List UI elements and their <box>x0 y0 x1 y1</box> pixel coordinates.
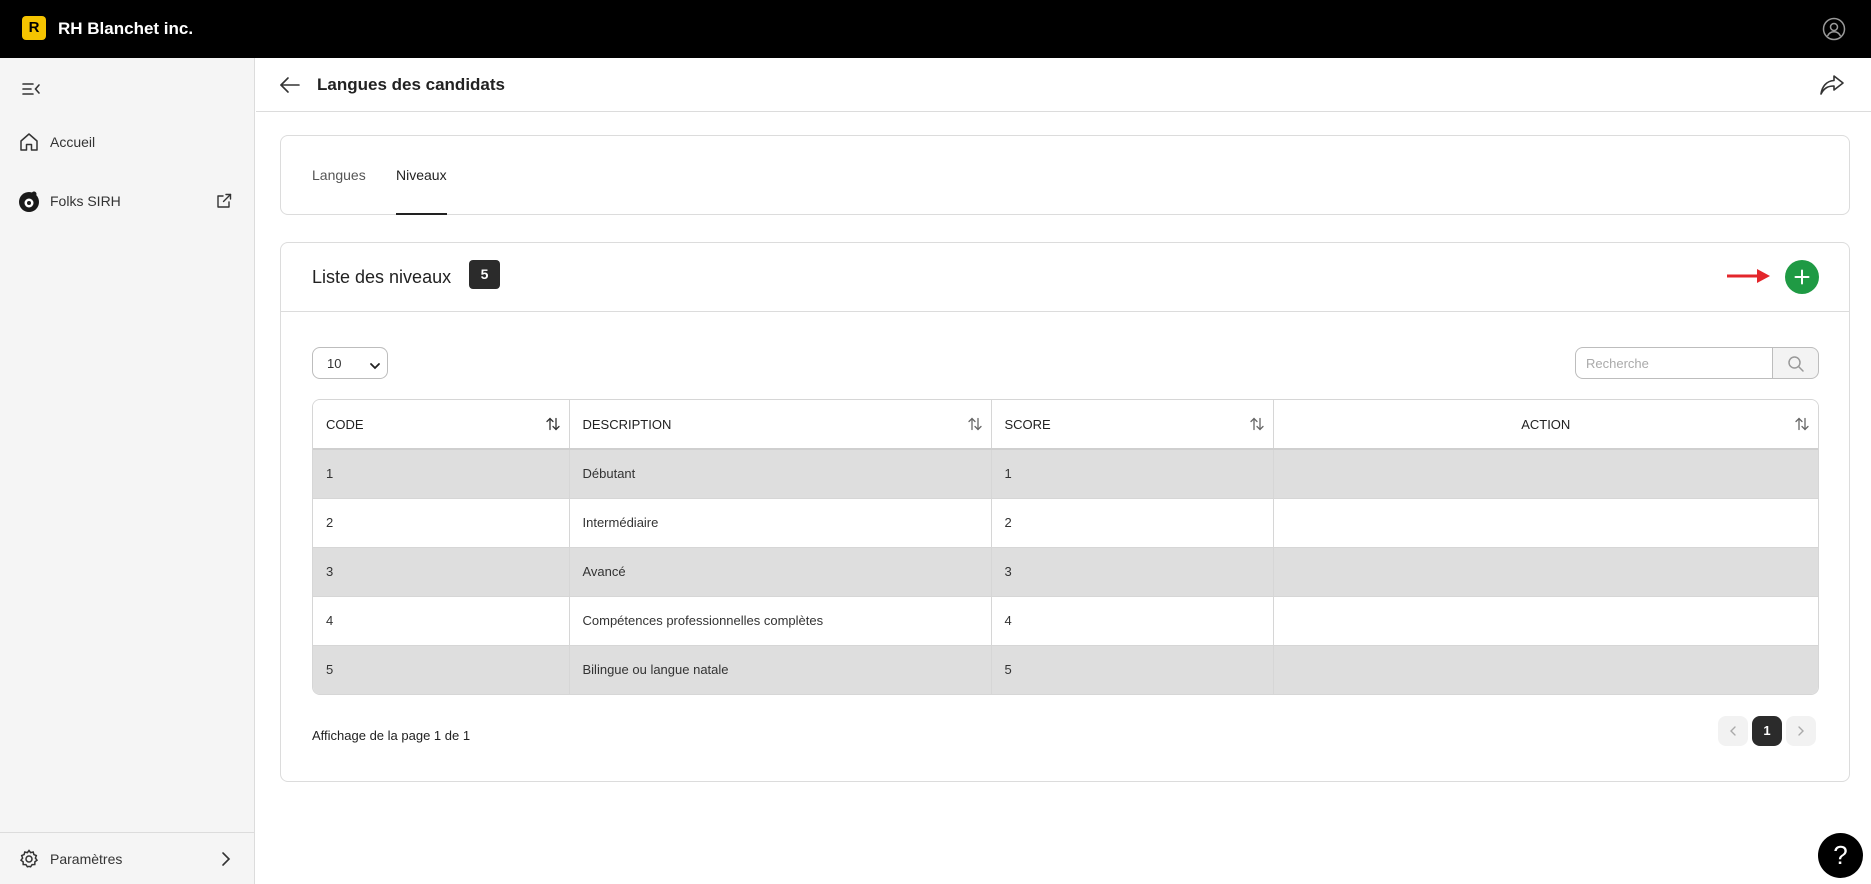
search-icon <box>1788 356 1804 372</box>
collapse-menu-icon[interactable] <box>20 78 42 100</box>
table-row[interactable]: 5 Bilingue ou langue natale 5 <box>313 645 1818 694</box>
column-header-action[interactable]: ACTION <box>1273 400 1818 450</box>
cell-score: 2 <box>991 498 1274 548</box>
sort-icon[interactable] <box>1794 417 1810 431</box>
sort-icon[interactable] <box>967 417 983 431</box>
cell-description: Avancé <box>569 547 992 597</box>
cell-code: 5 <box>313 645 570 694</box>
cell-code: 3 <box>313 547 570 597</box>
help-button[interactable]: ? <box>1818 833 1863 878</box>
levels-table: CODE DESCRIPTION SCORE ACTION 1 Débutant… <box>312 399 1819 695</box>
list-title: Liste des niveaux <box>312 267 452 287</box>
sidebar: Accueil Folks SIRH Paramètres <box>0 58 255 884</box>
sidebar-item-label: Accueil <box>50 134 96 150</box>
search-button[interactable] <box>1772 347 1819 379</box>
previous-page-button[interactable] <box>1718 716 1748 746</box>
list-header: Liste des niveaux 5 <box>281 243 1849 312</box>
sidebar-item-accueil[interactable]: Accueil <box>0 125 255 159</box>
sidebar-item-label: Folks SIRH <box>50 193 121 209</box>
column-header-code[interactable]: CODE <box>313 400 570 450</box>
page-size-value: 10 <box>327 356 342 371</box>
count-badge: 5 <box>469 260 500 289</box>
top-bar: R RH Blanchet inc. <box>0 0 1871 58</box>
cell-score: 3 <box>991 547 1274 597</box>
tabs-card: Langues Niveaux <box>280 135 1850 215</box>
add-level-button[interactable] <box>1785 260 1819 294</box>
page-button-current[interactable]: 1 <box>1752 716 1782 746</box>
page-size-select[interactable]: 10 <box>312 347 388 379</box>
annotation-arrow-icon <box>1727 268 1771 284</box>
table-row[interactable]: 4 Compétences professionnelles complètes… <box>313 596 1818 646</box>
table-row[interactable]: 2 Intermédiaire 2 <box>313 498 1818 548</box>
cell-action <box>1273 449 1818 499</box>
table-row[interactable]: 1 Débutant 1 <box>313 449 1818 499</box>
page-header: Langues des candidats <box>256 58 1871 112</box>
column-header-label: DESCRIPTION <box>582 416 672 432</box>
cell-description: Débutant <box>569 449 992 499</box>
sort-icon[interactable] <box>1249 417 1265 431</box>
sidebar-item-parametres[interactable]: Paramètres <box>0 832 255 884</box>
cell-code: 2 <box>313 498 570 548</box>
share-icon[interactable] <box>1818 71 1846 99</box>
chevron-left-icon <box>1730 726 1736 736</box>
sort-icon[interactable] <box>545 417 561 431</box>
table-header-row: CODE DESCRIPTION SCORE ACTION <box>313 400 1818 450</box>
search-group <box>1575 347 1819 379</box>
cell-description: Intermédiaire <box>569 498 992 548</box>
tab-langues[interactable]: Langues <box>312 136 366 215</box>
sidebar-item-label: Paramètres <box>50 851 123 867</box>
next-page-button[interactable] <box>1786 716 1816 746</box>
cell-action <box>1273 645 1818 694</box>
chevron-right-icon <box>219 851 233 867</box>
pagination-info: Affichage de la page 1 de 1 <box>312 728 471 743</box>
cell-score: 4 <box>991 596 1274 646</box>
column-header-label: ACTION <box>1521 416 1571 432</box>
cell-code: 1 <box>313 449 570 499</box>
page-title: Langues des candidats <box>317 75 505 94</box>
cell-action <box>1273 498 1818 548</box>
column-header-label: SCORE <box>1004 416 1051 432</box>
cell-code: 4 <box>313 596 570 646</box>
column-header-description[interactable]: DESCRIPTION <box>569 400 992 450</box>
cell-description: Bilingue ou langue natale <box>569 645 992 694</box>
gear-icon <box>18 848 40 870</box>
chevron-down-icon <box>369 359 381 370</box>
column-header-label: CODE <box>326 416 364 432</box>
folks-logo-icon <box>18 190 40 212</box>
tab-niveaux[interactable]: Niveaux <box>396 136 447 215</box>
cell-action <box>1273 547 1818 597</box>
cell-score: 1 <box>991 449 1274 499</box>
user-account-icon[interactable] <box>1822 17 1846 41</box>
sidebar-item-folks-sirh[interactable]: Folks SIRH <box>0 184 255 218</box>
cell-score: 5 <box>991 645 1274 694</box>
search-input[interactable] <box>1575 347 1772 379</box>
back-arrow-icon[interactable] <box>278 73 302 97</box>
table-row[interactable]: 3 Avancé 3 <box>313 547 1818 597</box>
external-link-icon[interactable] <box>215 192 233 210</box>
levels-list-card: Liste des niveaux 5 10 Recherche CODE DE… <box>280 242 1850 782</box>
home-icon <box>18 131 40 153</box>
column-header-score[interactable]: SCORE <box>991 400 1274 450</box>
chevron-right-icon <box>1798 726 1804 736</box>
brand-logo: R <box>22 16 46 40</box>
cell-action <box>1273 596 1818 646</box>
brand-name: RH Blanchet inc. <box>58 19 194 38</box>
cell-description: Compétences professionnelles complètes <box>569 596 992 646</box>
